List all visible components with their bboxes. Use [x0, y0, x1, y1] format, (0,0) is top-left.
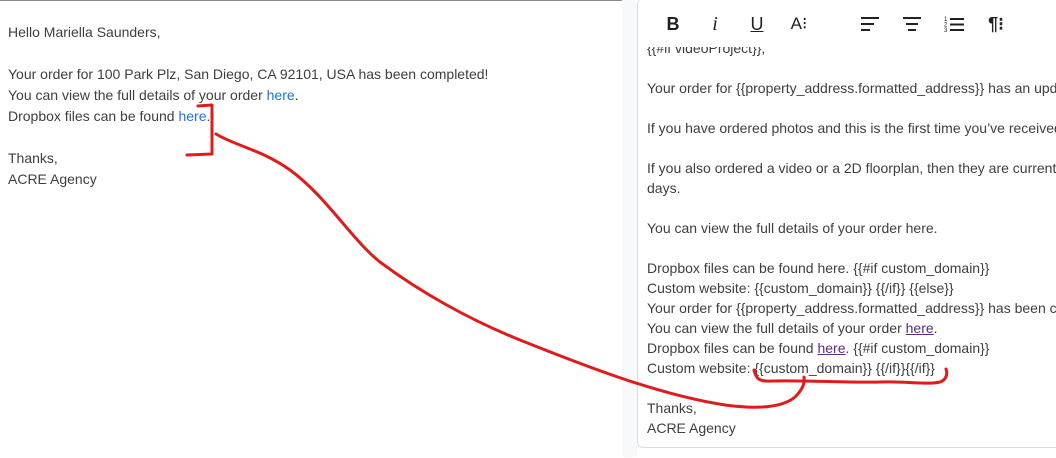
editor-toolbar: B i U A⁝ 1 2 3 ¶⁝	[638, 0, 1056, 47]
preview-thanks: Thanks,	[8, 150, 58, 166]
editor-line: Your order for {{property_address.format…	[647, 80, 1056, 96]
bold-button[interactable]: B	[660, 11, 686, 37]
preview-view-details-suffix: .	[294, 87, 299, 103]
editor-dropbox-link[interactable]: here	[817, 340, 845, 356]
editor-line: Custom website: {{custom_domain}} {{/if}…	[647, 360, 935, 376]
underline-button[interactable]: U	[744, 11, 770, 37]
preview-dropbox-link[interactable]: here	[178, 108, 206, 124]
editor-text: Dropbox files can be found	[647, 340, 818, 356]
numbered-list-icon: 1 2 3	[944, 17, 964, 32]
paragraph-button[interactable]: ¶⁝	[983, 11, 1009, 37]
preview-view-details: You can view the full details of your or…	[8, 85, 299, 105]
align-center-icon	[903, 17, 921, 31]
editor-line: Your order for {{property_address.format…	[647, 300, 1056, 316]
editor-line: {{#if videoProject}},	[647, 47, 766, 56]
align-center-button[interactable]	[899, 11, 925, 37]
preview-dropbox: Dropbox files can be found here.	[8, 106, 210, 126]
email-preview: Hello Mariella Saunders, Your order for …	[0, 0, 622, 458]
editor-line: days.	[647, 180, 681, 196]
preview-order-completed: Your order for 100 Park Plz, San Diego, …	[8, 66, 489, 82]
editor-line: If you also ordered a video or a 2D floo…	[647, 160, 1056, 176]
editor-line-dropbox: Dropbox files can be found here. {{#if c…	[647, 338, 989, 358]
preview-view-details-link[interactable]: here	[267, 87, 295, 103]
editor-line: Thanks,	[647, 400, 697, 416]
preview-view-details-text: You can view the full details of your or…	[8, 87, 267, 103]
editor-line: You can view the full details of your or…	[647, 220, 938, 236]
font-size-button[interactable]: A⁝	[786, 11, 812, 37]
editor-line: If you have ordered photos and this is t…	[647, 120, 1056, 136]
preview-dropbox-suffix: .	[206, 108, 211, 124]
editor-text: .	[933, 320, 938, 336]
preview-signature: ACRE Agency	[8, 171, 97, 187]
align-left-button[interactable]	[857, 11, 883, 37]
editor-text: . {{#if custom_domain}}	[845, 340, 990, 356]
preview-dropbox-text: Dropbox files can be found	[8, 108, 179, 124]
editor-text: You can view the full details of your or…	[647, 320, 906, 336]
editor-content[interactable]: {{#if videoProject}}, Your order for {{p…	[638, 47, 1056, 447]
preview-greeting: Hello Mariella Saunders,	[8, 24, 161, 40]
editor-line: ACRE Agency	[647, 420, 736, 436]
numbered-list-button[interactable]: 1 2 3	[941, 11, 967, 37]
template-editor[interactable]: B i U A⁝ 1 2 3 ¶⁝ {{#if videoProject}}, …	[637, 0, 1056, 448]
pane-divider	[622, 0, 637, 457]
editor-line: Custom website: {{custom_domain}} {{/if}…	[647, 280, 954, 296]
svg-text:3: 3	[944, 28, 948, 32]
editor-line: Dropbox files can be found here. {{#if c…	[647, 260, 990, 276]
editor-line-view-details: You can view the full details of your or…	[647, 318, 938, 338]
editor-view-details-link[interactable]: here	[906, 320, 934, 336]
italic-button[interactable]: i	[702, 11, 728, 37]
align-left-icon	[861, 17, 879, 31]
